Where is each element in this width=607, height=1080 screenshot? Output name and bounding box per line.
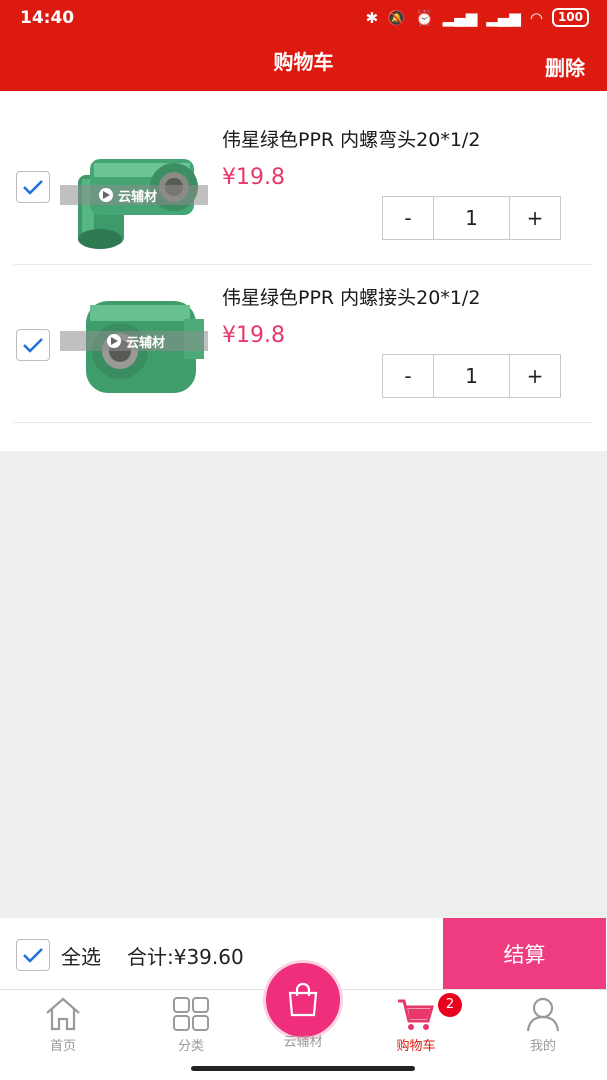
increase-button[interactable]: + [510, 355, 560, 397]
decrease-button[interactable]: - [383, 355, 433, 397]
quantity-stepper: - 1 + [382, 196, 561, 240]
home-indicator [191, 1066, 415, 1071]
tab-cart[interactable]: 2 购物车 [366, 990, 466, 1060]
tab-label: 购物车 [396, 1039, 436, 1054]
cart-item: 云辅材 伟星绿色PPR 内螺弯头20*1/2 ¥19.8 - 1 + [0, 107, 607, 265]
cart-list: 云辅材 伟星绿色PPR 内螺弯头20*1/2 ¥19.8 - 1 + 云辅材 伟… [0, 91, 607, 451]
home-icon [46, 997, 80, 1031]
tab-profile[interactable]: 我的 [493, 990, 593, 1060]
product-title[interactable]: 伟星绿色PPR 内螺接头20*1/2 [222, 283, 480, 310]
checkout-button[interactable]: 结算 [443, 918, 606, 989]
cart-icon [398, 999, 434, 1030]
top-bar: 14:40 ✱ 🔕 ⏰ ▂▄▆ ▂▄▆ ◠ 100 购物车 删除 [0, 0, 607, 91]
status-bar: 14:40 ✱ 🔕 ⏰ ▂▄▆ ▂▄▆ ◠ 100 [0, 0, 607, 38]
decrease-button[interactable]: - [383, 197, 433, 239]
check-icon [23, 180, 43, 195]
status-time: 14:40 [20, 8, 75, 28]
increase-button[interactable]: + [510, 197, 560, 239]
battery-icon: 100 [551, 8, 589, 27]
delete-button[interactable]: 删除 [545, 52, 585, 81]
select-all-label[interactable]: 全选 [61, 941, 101, 970]
status-icons: ✱ 🔕 ⏰ ▂▄▆ ▂▄▆ ◠ 100 [366, 8, 589, 27]
quantity-stepper: - 1 + [382, 354, 561, 398]
page-title: 购物车 [273, 50, 334, 74]
quantity-value[interactable]: 1 [433, 355, 510, 397]
product-image-elbow[interactable]: 云辅材 [60, 129, 208, 255]
cart-item: 云辅材 伟星绿色PPR 内螺接头20*1/2 ¥19.8 - 1 + [0, 265, 607, 423]
total-price: 合计:¥39.60 [127, 945, 244, 969]
alarm-icon: ⏰ [414, 8, 434, 27]
tab-label: 首页 [49, 1039, 76, 1054]
check-icon [23, 338, 43, 353]
product-title[interactable]: 伟星绿色PPR 内螺弯头20*1/2 [222, 125, 480, 152]
item-checkbox[interactable] [16, 171, 50, 203]
watermark-text: 云辅材 [118, 190, 158, 205]
grid-icon [173, 997, 209, 1031]
tab-home[interactable]: 首页 [13, 990, 113, 1060]
watermark-text: 云辅材 [126, 336, 166, 351]
bluetooth-icon: ✱ [365, 8, 379, 27]
signal-2-icon: ▂▄▆ [486, 8, 521, 27]
signal-icon: ▂▄▆ [442, 8, 478, 27]
product-price: ¥19.8 [222, 165, 285, 190]
check-icon [23, 948, 43, 963]
select-all-checkbox[interactable] [16, 939, 50, 971]
center-shop-button[interactable] [263, 960, 343, 1040]
center-tab-label: 云辅材 [283, 1035, 323, 1050]
cart-badge: 2 [438, 993, 462, 1017]
tab-category[interactable]: 分类 [141, 990, 241, 1060]
shopping-bag-icon [288, 982, 318, 1017]
quantity-value[interactable]: 1 [433, 197, 510, 239]
divider [14, 422, 593, 423]
product-price: ¥19.8 [222, 323, 285, 348]
tab-label: 分类 [177, 1039, 204, 1054]
wifi-icon: ◠ [529, 8, 543, 27]
tab-label: 我的 [529, 1039, 556, 1054]
mute-icon: 🔕 [387, 8, 406, 27]
user-icon [526, 997, 560, 1032]
product-image-coupling[interactable]: 云辅材 [60, 283, 208, 409]
item-checkbox[interactable] [16, 329, 50, 361]
